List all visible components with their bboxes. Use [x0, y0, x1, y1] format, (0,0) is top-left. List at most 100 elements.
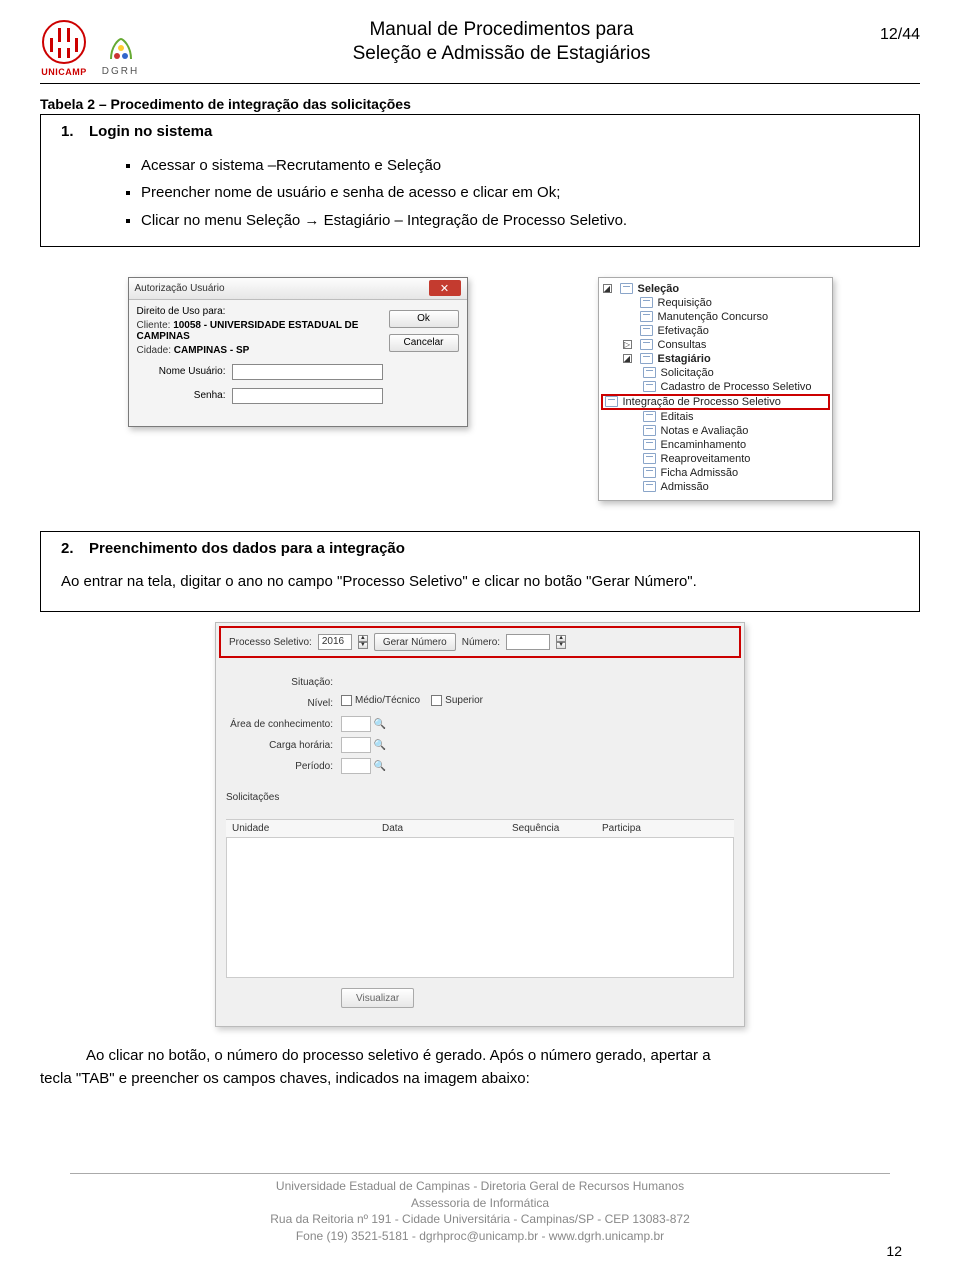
- numero-input[interactable]: [506, 634, 550, 650]
- logo-dgrh: DGRH: [98, 29, 143, 77]
- city-label: Cidade:: [137, 345, 171, 356]
- folder-icon: [605, 396, 618, 407]
- folder-icon: [643, 367, 656, 378]
- footer-line4: Fone (19) 3521-5181 - dgrhproc@unicamp.b…: [0, 1228, 960, 1245]
- footer-line1: Universidade Estadual de Campinas - Dire…: [0, 1178, 960, 1195]
- step2-intro: Ao entrar na tela, digitar o ano no camp…: [61, 571, 899, 594]
- footer-pagenum: 12: [886, 1243, 902, 1259]
- document-header: UNICAMP DGRH Manual de Procedimentos par…: [40, 18, 920, 84]
- search-icon[interactable]: 🔍: [373, 717, 387, 731]
- folder-icon: [643, 467, 656, 478]
- carga-input[interactable]: [341, 737, 371, 753]
- footer-line3: Rua da Reitoria nº 191 - Cidade Universi…: [0, 1211, 960, 1228]
- folder-icon: [640, 325, 653, 336]
- numero-spinner[interactable]: ▲▼: [556, 635, 566, 649]
- tree-item[interactable]: Manutenção Concurso: [603, 310, 828, 324]
- client-value: 10058 - UNIVERSIDADE ESTADUAL DE CAMPINA…: [137, 320, 359, 342]
- step2-box: 2.Preenchimento dos dados para a integra…: [40, 531, 920, 613]
- tree-item[interactable]: Editais: [603, 410, 828, 424]
- folder-icon: [643, 481, 656, 492]
- medio-checkbox[interactable]: [341, 695, 352, 706]
- login-dialog: Autorização Usuário ✕ Direito de Uso par…: [128, 277, 468, 427]
- col-sequencia: Sequência: [506, 820, 596, 837]
- step1-title: 1.Login no sistema: [61, 123, 899, 140]
- step1-bullet: Clicar no menu Seleção → Estagiário – In…: [141, 209, 899, 232]
- folder-icon: [640, 297, 653, 308]
- area-input[interactable]: [341, 716, 371, 732]
- tree-item-estagiario[interactable]: ◢Estagiário: [603, 352, 828, 366]
- tree-item[interactable]: Encaminhamento: [603, 438, 828, 452]
- superior-checkbox[interactable]: [431, 695, 442, 706]
- tree-item[interactable]: Ficha Admissão: [603, 466, 828, 480]
- proc-seletivo-input[interactable]: 2016: [318, 634, 352, 650]
- step2-title: 2.Preenchimento dos dados para a integra…: [61, 540, 899, 557]
- logo-block: UNICAMP DGRH: [40, 18, 143, 77]
- client-label: Cliente:: [137, 320, 171, 331]
- nav-tree: ◢Seleção Requisição Manutenção Concurso …: [598, 277, 833, 501]
- table-body[interactable]: [226, 838, 734, 978]
- cancel-button[interactable]: Cancelar: [389, 334, 459, 352]
- step1-bullets: Acessar o sistema –Recrutamento e Seleçã…: [141, 154, 899, 232]
- col-participa: Participa: [596, 820, 734, 837]
- solicitacoes-label: Solicitações: [226, 792, 306, 803]
- area-label: Área de conhecimento:: [226, 719, 341, 730]
- periodo-label: Período:: [226, 761, 341, 772]
- city-value: CAMPINAS - SP: [174, 345, 250, 356]
- visualizar-button[interactable]: Visualizar: [341, 988, 414, 1008]
- tree-item[interactable]: Solicitação: [603, 366, 828, 380]
- tree-item-highlighted[interactable]: Integração de Processo Seletivo: [601, 394, 830, 410]
- numero-label: Número:: [462, 637, 500, 648]
- username-input[interactable]: [232, 364, 383, 380]
- password-input[interactable]: [232, 388, 383, 404]
- dgrh-label: DGRH: [102, 66, 139, 77]
- search-icon[interactable]: 🔍: [373, 738, 387, 752]
- title-line1: Manual de Procedimentos para: [143, 18, 860, 42]
- username-label: Nome Usuário:: [137, 366, 232, 377]
- step2-num: 2.: [61, 540, 89, 557]
- folder-icon: [640, 339, 653, 350]
- dialog-title: Autorização Usuário: [135, 283, 225, 294]
- nivel-label: Nível:: [226, 698, 341, 709]
- close-icon[interactable]: ✕: [429, 280, 461, 296]
- page-indicator: 12/44: [860, 18, 920, 44]
- folder-icon: [643, 453, 656, 464]
- ok-button[interactable]: Ok: [389, 310, 459, 328]
- tree-item[interactable]: ▷Consultas: [603, 338, 828, 352]
- form-top-highlight: Processo Seletivo: 2016 ▲▼ Gerar Número …: [219, 626, 741, 658]
- logo-unicamp: UNICAMP: [40, 18, 88, 77]
- col-unidade: Unidade: [226, 820, 376, 837]
- proc-seletivo-label: Processo Seletivo:: [229, 637, 312, 648]
- table2-caption: Tabela 2 – Procedimento de integração da…: [40, 96, 920, 112]
- password-label: Senha:: [137, 390, 232, 401]
- folder-icon: [643, 425, 656, 436]
- tree-item[interactable]: Notas e Avaliação: [603, 424, 828, 438]
- folder-icon: [643, 439, 656, 450]
- title-line2: Seleção e Admissão de Estagiários: [143, 42, 860, 66]
- folder-icon: [643, 381, 656, 392]
- step1-box: 1.Login no sistema Acessar o sistema –Re…: [40, 114, 920, 247]
- tree-item[interactable]: Admissão: [603, 480, 828, 494]
- step1-bullet: Acessar o sistema –Recrutamento e Seleçã…: [141, 154, 899, 177]
- tree-item[interactable]: Cadastro de Processo Seletivo: [603, 380, 828, 394]
- folder-icon: [620, 283, 633, 294]
- step1-bullet: Preencher nome de usuário e senha de ace…: [141, 181, 899, 204]
- dialog-titlebar: Autorização Usuário ✕: [129, 278, 467, 300]
- situacao-label: Situação:: [226, 677, 341, 688]
- tree-item[interactable]: Efetivação: [603, 324, 828, 338]
- periodo-input[interactable]: [341, 758, 371, 774]
- document-title: Manual de Procedimentos para Seleção e A…: [143, 18, 860, 66]
- folder-icon: [640, 353, 653, 364]
- tree-item[interactable]: Reaproveitamento: [603, 452, 828, 466]
- proc-seletivo-spinner[interactable]: ▲▼: [358, 635, 368, 649]
- step1-num: 1.: [61, 123, 89, 140]
- tree-root[interactable]: ◢Seleção: [603, 282, 828, 296]
- gerar-numero-button[interactable]: Gerar Número: [374, 633, 456, 651]
- collapse-icon[interactable]: ◢: [623, 354, 632, 363]
- expand-icon[interactable]: ▷: [623, 340, 632, 349]
- search-icon[interactable]: 🔍: [373, 759, 387, 773]
- medio-label: Médio/Técnico: [355, 695, 420, 706]
- col-data: Data: [376, 820, 506, 837]
- collapse-icon[interactable]: ◢: [603, 284, 612, 293]
- folder-icon: [640, 311, 653, 322]
- tree-item[interactable]: Requisição: [603, 296, 828, 310]
